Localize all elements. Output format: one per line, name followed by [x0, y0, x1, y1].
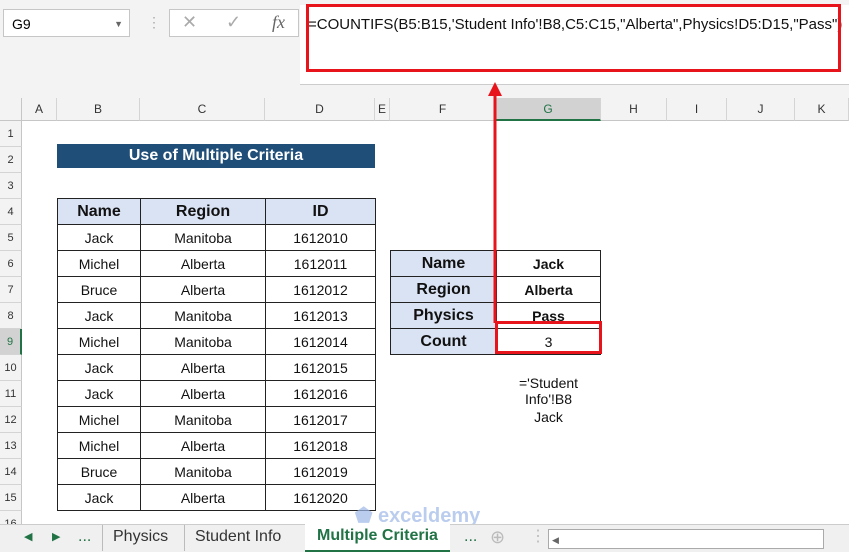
tab-multiple-criteria[interactable]: Multiple Criteria — [305, 524, 450, 552]
table-header-id: ID — [265, 198, 376, 225]
table-cell[interactable]: Manitoba — [140, 406, 266, 433]
table-cell[interactable]: 1612012 — [265, 276, 376, 303]
tabs-more-left[interactable]: ... — [78, 525, 91, 551]
table-cell[interactable]: 1612017 — [265, 406, 376, 433]
column-header-a[interactable]: A — [22, 98, 57, 121]
row-header-2[interactable]: 2 — [0, 147, 22, 173]
scroll-left-icon[interactable]: ◀ — [549, 535, 559, 545]
row-header-15[interactable]: 15 — [0, 485, 22, 511]
formula-buttons: ✕ ✓ fx — [169, 9, 299, 37]
table-cell[interactable]: Alberta — [140, 484, 266, 511]
table-cell[interactable]: Alberta — [140, 432, 266, 459]
table-cell[interactable]: Jack — [57, 484, 141, 511]
table-cell[interactable]: Michel — [57, 432, 141, 459]
table-cell[interactable]: 1612013 — [265, 302, 376, 329]
table-cell[interactable]: Jack — [57, 224, 141, 251]
row-header-9[interactable]: 9 — [0, 329, 22, 355]
criteria-label: Region — [390, 276, 497, 303]
row-header-1[interactable]: 1 — [0, 121, 22, 147]
column-header-g[interactable]: G — [496, 98, 601, 121]
enter-icon[interactable]: ✓ — [226, 12, 241, 33]
criteria-value[interactable]: Jack — [496, 250, 601, 277]
table-cell[interactable]: Manitoba — [140, 328, 266, 355]
grip-icon: ⋮ — [147, 14, 161, 30]
table-cell[interactable]: Michel — [57, 250, 141, 277]
criteria-label: Count — [390, 328, 497, 355]
table-cell[interactable]: Bruce — [57, 276, 141, 303]
row-header-6[interactable]: 6 — [0, 251, 22, 277]
cancel-icon[interactable]: ✕ — [182, 12, 197, 33]
table-header-name: Name — [57, 198, 141, 225]
arrow-icon — [488, 82, 502, 323]
prev-sheet-icon[interactable]: ◀ — [24, 525, 32, 551]
name-box-value: G9 — [12, 16, 31, 32]
horizontal-scrollbar[interactable]: ◀ — [548, 529, 824, 549]
table-cell[interactable]: 1612018 — [265, 432, 376, 459]
table-cell[interactable]: 1612014 — [265, 328, 376, 355]
table-cell[interactable]: Manitoba — [140, 458, 266, 485]
table-cell[interactable]: Jack — [57, 380, 141, 407]
row-header-12[interactable]: 12 — [0, 407, 22, 433]
column-header-e[interactable]: E — [375, 98, 390, 121]
name-box[interactable]: G9 ▼ — [3, 9, 130, 37]
select-all-button[interactable] — [0, 98, 22, 121]
row-header-14[interactable]: 14 — [0, 459, 22, 485]
column-header-f[interactable]: F — [390, 98, 496, 121]
criteria-label: Physics — [390, 302, 497, 329]
table-cell[interactable]: 1612016 — [265, 380, 376, 407]
column-header-b[interactable]: B — [57, 98, 140, 121]
table-cell[interactable]: 1612019 — [265, 458, 376, 485]
row-header-8[interactable]: 8 — [0, 303, 22, 329]
column-header-k[interactable]: K — [795, 98, 849, 121]
table-cell[interactable]: Alberta — [140, 380, 266, 407]
table-cell[interactable]: Manitoba — [140, 302, 266, 329]
table-cell[interactable]: Jack — [57, 354, 141, 381]
column-header-j[interactable]: J — [727, 98, 795, 121]
table-cell[interactable]: Bruce — [57, 458, 141, 485]
table-cell[interactable]: Michel — [57, 406, 141, 433]
note-value: Jack — [534, 409, 563, 425]
tab-physics[interactable]: Physics — [102, 525, 178, 551]
table-cell[interactable]: Alberta — [140, 250, 266, 277]
tabs-more-right[interactable]: ... — [464, 525, 477, 551]
result-highlight — [495, 321, 602, 354]
column-header-h[interactable]: H — [601, 98, 667, 121]
insert-function-icon[interactable]: fx — [272, 12, 285, 33]
row-header-10[interactable]: 10 — [0, 355, 22, 381]
table-cell[interactable]: Jack — [57, 302, 141, 329]
add-sheet-icon[interactable]: ⊕ — [490, 525, 505, 551]
next-sheet-icon[interactable]: ▶ — [52, 525, 60, 551]
table-cell[interactable]: Michel — [57, 328, 141, 355]
row-header-4[interactable]: 4 — [0, 199, 22, 225]
chevron-down-icon[interactable]: ▼ — [114, 10, 123, 38]
table-cell[interactable]: Manitoba — [140, 224, 266, 251]
table-cell[interactable]: Alberta — [140, 354, 266, 381]
formula-highlight — [306, 4, 841, 72]
table-header-region: Region — [140, 198, 266, 225]
row-header-5[interactable]: 5 — [0, 225, 22, 251]
table-cell[interactable]: 1612015 — [265, 354, 376, 381]
table-cell[interactable]: Alberta — [140, 276, 266, 303]
note-formula: ='Student Info'!B8 — [518, 375, 579, 407]
row-header-11[interactable]: 11 — [0, 381, 22, 407]
sheet-tab-bar: ◀ ▶ ... Physics Student Info Multiple Cr… — [0, 524, 849, 552]
splitter-icon[interactable]: ⋮ — [530, 525, 546, 551]
table-cell[interactable]: 1612010 — [265, 224, 376, 251]
column-header-d[interactable]: D — [265, 98, 375, 121]
tab-student-info[interactable]: Student Info — [184, 525, 291, 551]
table-cell[interactable]: 1612011 — [265, 250, 376, 277]
criteria-value[interactable]: Alberta — [496, 276, 601, 303]
column-header-i[interactable]: I — [667, 98, 727, 121]
criteria-label: Name — [390, 250, 497, 277]
row-header-7[interactable]: 7 — [0, 277, 22, 303]
row-header-13[interactable]: 13 — [0, 433, 22, 459]
sheet-title: Use of Multiple Criteria — [57, 144, 375, 168]
row-header-3[interactable]: 3 — [0, 173, 22, 199]
column-header-c[interactable]: C — [140, 98, 265, 121]
